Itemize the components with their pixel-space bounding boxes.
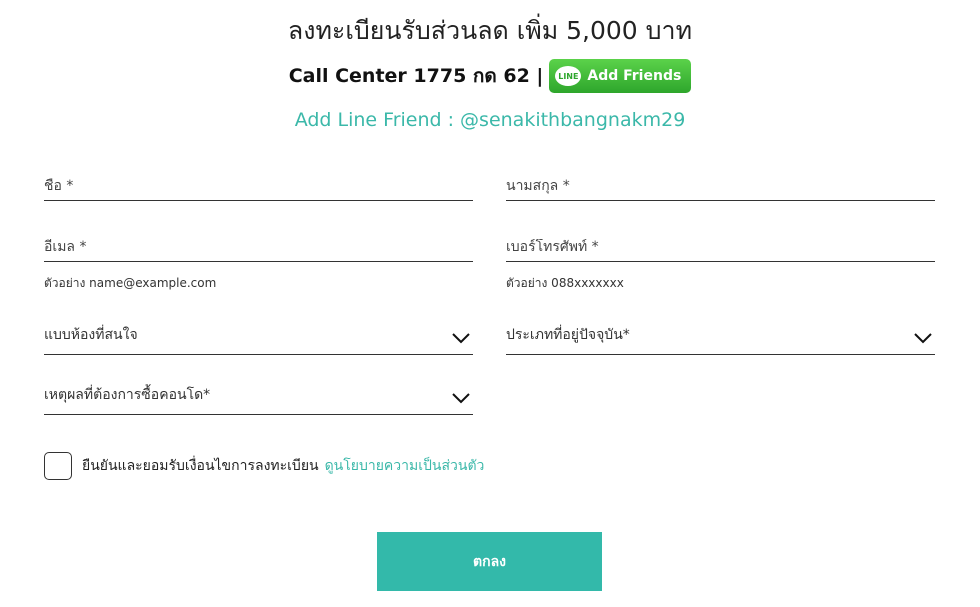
line-friend-id: Add Line Friend : @senakithbangnakm29 <box>294 109 686 131</box>
purchase-reason-select[interactable]: เหตุผลที่ต้องการซื้อคอนโด* <box>44 369 473 415</box>
first-name-field-wrapper <box>44 155 473 201</box>
chevron-down-icon <box>914 333 932 344</box>
last-name-input[interactable] <box>506 178 935 194</box>
chevron-down-icon <box>452 393 470 404</box>
line-add-friends-label: Add Friends <box>587 68 682 84</box>
submit-button[interactable]: ตกลง <box>377 532 602 591</box>
email-field-wrapper <box>44 216 473 262</box>
last-name-field-wrapper <box>506 155 935 201</box>
consent-text: ยืนยันและยอมรับเงื่อนไขการลงทะเบียน <box>82 458 319 474</box>
email-input[interactable] <box>44 239 473 255</box>
line-add-friends-button[interactable]: LINE Add Friends <box>549 59 692 93</box>
first-name-input[interactable] <box>44 178 473 194</box>
room-type-label: แบบห้องที่สนใจ <box>44 327 138 343</box>
phone-field-wrapper <box>506 216 935 262</box>
line-logo-icon: LINE <box>555 66 582 86</box>
residence-type-label: ประเภทที่อยู่ปัจจุบัน* <box>506 327 630 343</box>
consent-row: ยืนยันและยอมรับเงื่อนไขการลงทะเบียน ดูนโ… <box>44 452 484 480</box>
consent-checkbox[interactable] <box>44 452 72 480</box>
residence-type-select[interactable]: ประเภทที่อยู่ปัจจุบัน* <box>506 309 935 355</box>
purchase-reason-label: เหตุผลที่ต้องการซื้อคอนโด* <box>44 387 211 403</box>
email-hint: ตัวอย่าง name@example.com <box>44 276 217 290</box>
room-type-select[interactable]: แบบห้องที่สนใจ <box>44 309 473 355</box>
call-center-row: Call Center 1775 กด 62 | LINE Add Friend… <box>0 56 980 96</box>
phone-hint: ตัวอย่าง 088xxxxxxx <box>506 276 624 290</box>
page-title: ลงทะเบียนรับส่วนลด เพิ่ม 5,000 บาท <box>287 16 693 45</box>
privacy-policy-link[interactable]: ดูนโยบายความเป็นส่วนตัว <box>325 455 485 477</box>
call-center-text: Call Center 1775 กด 62 | <box>288 65 544 87</box>
phone-input[interactable] <box>506 239 935 255</box>
chevron-down-icon <box>452 333 470 344</box>
